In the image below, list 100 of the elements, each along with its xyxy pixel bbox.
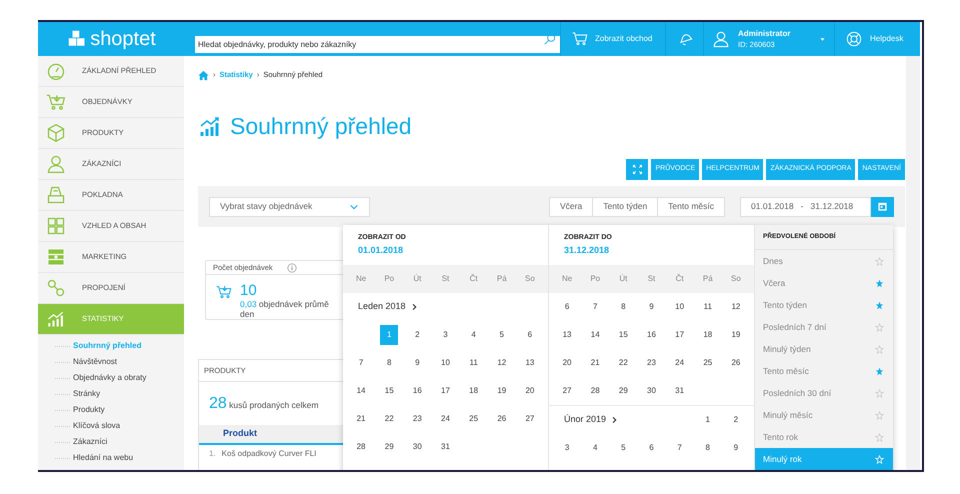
calendar-day[interactable]: 11	[698, 297, 717, 317]
calendar-day[interactable]: 9	[408, 353, 426, 373]
calendar-day[interactable]: 11	[464, 353, 483, 373]
calendar-day[interactable]: 4	[464, 325, 483, 345]
calendar-day[interactable]: 6	[558, 297, 576, 317]
calendar-day[interactable]: 18	[698, 325, 717, 345]
calendar-day[interactable]: 12	[492, 353, 511, 373]
month-title[interactable]: Únor 2019	[564, 413, 618, 427]
calendar-day[interactable]: 5	[492, 325, 511, 345]
search-field[interactable]: Hledat objednávky, produkty nebo zákazníky	[195, 36, 560, 52]
calendar-day[interactable]: 22	[614, 353, 632, 373]
calendar-day[interactable]: 14	[352, 381, 370, 401]
calendar-day[interactable]: 21	[586, 353, 604, 373]
calendar-day[interactable]: 31	[436, 437, 454, 457]
calendar-day[interactable]: 29	[380, 437, 398, 457]
calendar-day[interactable]: 5	[614, 438, 632, 458]
date-range-field[interactable]: 01.01.2018 - 31.12.2018	[740, 196, 871, 216]
calendar-day[interactable]: 3	[436, 325, 454, 345]
calendar-day[interactable]: 18	[464, 381, 483, 401]
calendar-day[interactable]: 23	[642, 353, 660, 373]
expand-icon	[632, 164, 643, 175]
calendar-day[interactable]: 19	[726, 325, 745, 345]
calendar-day[interactable]: 27	[558, 381, 576, 401]
sidebar-subitem[interactable]: Hledání na webu	[73, 452, 134, 464]
calendar-day[interactable]: 17	[670, 325, 689, 345]
calendar-day[interactable]: 10	[670, 297, 689, 317]
calendar-day[interactable]: 26	[492, 409, 511, 429]
weekday-label: Út	[618, 273, 628, 285]
calendar-day[interactable]: 23	[408, 409, 426, 429]
calendar-day[interactable]: 24	[436, 409, 454, 429]
fullscreen-button[interactable]	[626, 159, 648, 180]
calendar-day[interactable]: 12	[726, 297, 745, 317]
calendar-day[interactable]: 15	[380, 381, 398, 401]
range-button[interactable]: Včera	[549, 196, 594, 216]
calendar-day[interactable]: 10	[436, 353, 454, 373]
calendar-day[interactable]: 22	[380, 409, 398, 429]
calendar-day[interactable]: 6	[520, 325, 539, 345]
calendar-day[interactable]: 20	[558, 353, 576, 373]
calendar-day[interactable]: 13	[520, 353, 539, 373]
calendar-day[interactable]: 7	[352, 353, 370, 373]
calendar-day[interactable]: 7	[586, 297, 604, 317]
box-icon	[46, 123, 66, 143]
calendar-day[interactable]: 19	[492, 381, 511, 401]
weekday-label: Čt	[674, 273, 685, 285]
calendar-day[interactable]: 28	[586, 381, 604, 401]
calendar-day[interactable]: 8	[614, 297, 632, 317]
calendar-day[interactable]: 24	[670, 353, 689, 373]
calendar-day[interactable]: 9	[726, 438, 745, 458]
calendar-day[interactable]: 30	[642, 381, 660, 401]
calendar-day[interactable]: 8	[380, 353, 398, 373]
calendar-day[interactable]: 25	[698, 353, 717, 373]
table-cell: 1.	[209, 448, 216, 460]
cash-register-icon	[46, 185, 66, 205]
calendar-day[interactable]: 4	[586, 438, 604, 458]
calendar-day[interactable]: 28	[352, 437, 370, 457]
calendar-day[interactable]: 16	[408, 381, 426, 401]
calendar-day[interactable]: 26	[726, 353, 745, 373]
range-button[interactable]: Tento týden	[592, 196, 658, 216]
calendar-day[interactable]: 6	[642, 438, 660, 458]
sidebar-subitem[interactable]: Klíčová slova	[73, 420, 120, 432]
calendar-day[interactable]: 1	[698, 410, 717, 430]
calendar-day[interactable]: 29	[614, 381, 632, 401]
calendar-day[interactable]: 25	[464, 409, 483, 429]
calendar-day[interactable]: 14	[586, 325, 604, 345]
status-dropdown[interactable]: Vybrat stavy objednávek	[209, 196, 370, 216]
sidebar-subitem[interactable]: Návštěvnost	[73, 356, 118, 368]
sidebar-subitem[interactable]: Objednávky a obraty	[73, 372, 146, 384]
calendar-button[interactable]	[871, 196, 894, 216]
calendar-day[interactable]: 21	[352, 409, 370, 429]
calendar-day[interactable]: 15	[614, 325, 632, 345]
average-orders-text: den	[240, 309, 256, 319]
cart-icon	[46, 92, 66, 112]
person-icon	[46, 154, 66, 174]
column-header[interactable]: Produkt	[223, 427, 258, 441]
calendar-day[interactable]: 8	[698, 438, 717, 458]
calendar-day[interactable]: 3	[558, 438, 576, 458]
calendar-day[interactable]: 17	[436, 381, 454, 401]
calendar-day[interactable]: 7	[670, 438, 689, 458]
calendar-day[interactable]: 27	[520, 409, 539, 429]
grid-icon	[46, 216, 66, 236]
person-icon	[712, 30, 730, 48]
calendar-day[interactable]: 30	[408, 437, 426, 457]
month-title[interactable]: Leden 2018	[358, 300, 418, 314]
calendar-day[interactable]: 20	[520, 381, 539, 401]
calendar-icon	[877, 201, 888, 212]
link-icon	[46, 278, 66, 298]
calendar-day[interactable]: 13	[558, 325, 576, 345]
calendar-day[interactable]: 2	[408, 325, 426, 345]
calendar-day[interactable]: 2	[726, 410, 745, 430]
user-name: Administrator	[738, 28, 792, 39]
calendar-day[interactable]: 16	[642, 325, 660, 345]
chevron-right-icon	[611, 416, 618, 424]
range-button[interactable]: Tento měsíc	[657, 196, 725, 216]
calendar-day[interactable]: 31	[670, 381, 689, 401]
sidebar-subitem[interactable]: Zákazníci	[73, 436, 108, 448]
weekday-label: Po	[589, 273, 602, 285]
weekday-label: St	[646, 273, 656, 285]
calendar-day[interactable]: 9	[642, 297, 660, 317]
sidebar-subitem[interactable]: Stránky	[73, 388, 100, 400]
sidebar-subitem[interactable]: Produkty	[73, 404, 105, 416]
